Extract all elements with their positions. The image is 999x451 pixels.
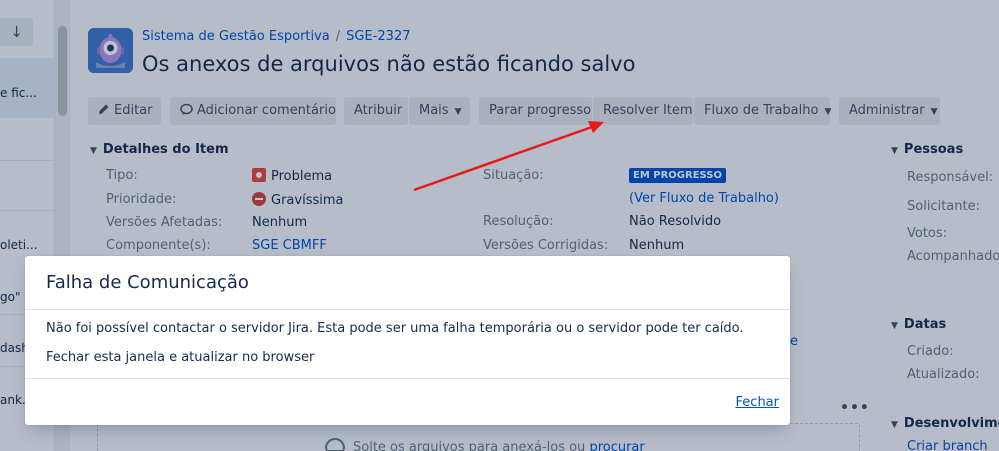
dialog-divider xyxy=(25,309,790,310)
dialog-divider xyxy=(25,378,790,379)
dialog-hint: Fechar esta janela e atualizar no browse… xyxy=(46,350,315,365)
dialog-message: Não foi possível contactar o servidor Ji… xyxy=(46,321,744,336)
communication-error-dialog: Falha de Comunicação Não foi possível co… xyxy=(25,256,790,425)
dialog-title: Falha de Comunicação xyxy=(46,272,249,293)
close-dialog-link[interactable]: Fechar xyxy=(736,395,779,410)
